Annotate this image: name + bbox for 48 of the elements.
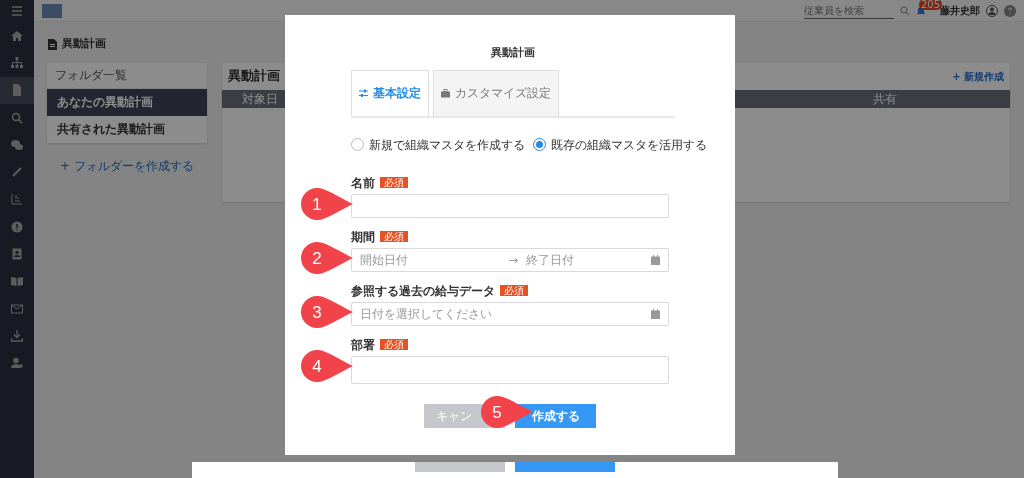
user-name: 藤井史郎 bbox=[940, 5, 980, 18]
select-field[interactable] bbox=[351, 355, 669, 384]
date-field[interactable]: 日付を選択してください bbox=[351, 301, 669, 326]
modal-title: 異動計画 bbox=[490, 45, 536, 61]
radio-option[interactable]: 既存の組織マスタを活用する bbox=[533, 135, 707, 154]
search-icon[interactable] bbox=[11, 111, 23, 124]
info-icon[interactable] bbox=[11, 220, 23, 233]
input-field[interactable] bbox=[351, 193, 669, 218]
calendar-icon[interactable] bbox=[651, 308, 660, 319]
required-tag: 必須 bbox=[500, 285, 528, 296]
logo-photo bbox=[42, 3, 62, 18]
document-icon[interactable] bbox=[11, 84, 23, 97]
search-field[interactable]: 従業員を検索 bbox=[804, 2, 894, 19]
contact-card-icon[interactable] bbox=[11, 248, 23, 260]
tab[interactable]: 基本設定 bbox=[351, 69, 429, 116]
chart-icon[interactable] bbox=[11, 193, 23, 206]
folder-item[interactable]: あなたの異動計画 bbox=[47, 88, 207, 116]
document-icon bbox=[48, 38, 57, 50]
briefcase-icon bbox=[441, 88, 450, 98]
required-tag: 必須 bbox=[380, 177, 408, 188]
radio-option[interactable]: 新規で組織マスタを作成する bbox=[351, 135, 525, 154]
date-range-field[interactable]: 開始日付 → 終了日付 bbox=[351, 247, 669, 272]
tab[interactable]: カスタマイズ設定 bbox=[433, 69, 559, 116]
search-icon[interactable] bbox=[900, 5, 910, 16]
required-tag: 必須 bbox=[380, 231, 408, 242]
chat-icon[interactable] bbox=[11, 138, 23, 151]
home-icon[interactable] bbox=[11, 29, 23, 42]
folder-item[interactable]: 共有された異動計画 bbox=[47, 115, 207, 143]
user-icon[interactable] bbox=[986, 4, 998, 17]
hierarchy-icon[interactable] bbox=[11, 56, 23, 69]
calendar-icon[interactable] bbox=[651, 254, 660, 265]
folder-list-header: フォルダ一覧 bbox=[47, 62, 207, 89]
column-header: 共有 bbox=[873, 90, 897, 108]
user-icon[interactable] bbox=[11, 357, 23, 370]
column-header: 対象日 bbox=[242, 90, 278, 108]
new-plan-link[interactable]: + 新規作成 bbox=[952, 68, 1004, 84]
menu-icon[interactable] bbox=[11, 5, 23, 17]
link-icon[interactable] bbox=[11, 166, 23, 179]
list-title: 異動計画 bbox=[228, 67, 280, 86]
page-title: 異動計画 bbox=[62, 36, 106, 52]
book-icon[interactable] bbox=[11, 275, 23, 288]
help-icon[interactable] bbox=[1004, 4, 1016, 17]
sliders-icon bbox=[359, 88, 368, 98]
create-folder-link[interactable]: + フォルダーを作成する bbox=[47, 156, 207, 175]
download-icon[interactable] bbox=[11, 329, 23, 342]
mail-icon[interactable] bbox=[11, 302, 23, 315]
required-tag: 必須 bbox=[380, 339, 408, 350]
sidebar-item[interactable] bbox=[0, 76, 34, 104]
